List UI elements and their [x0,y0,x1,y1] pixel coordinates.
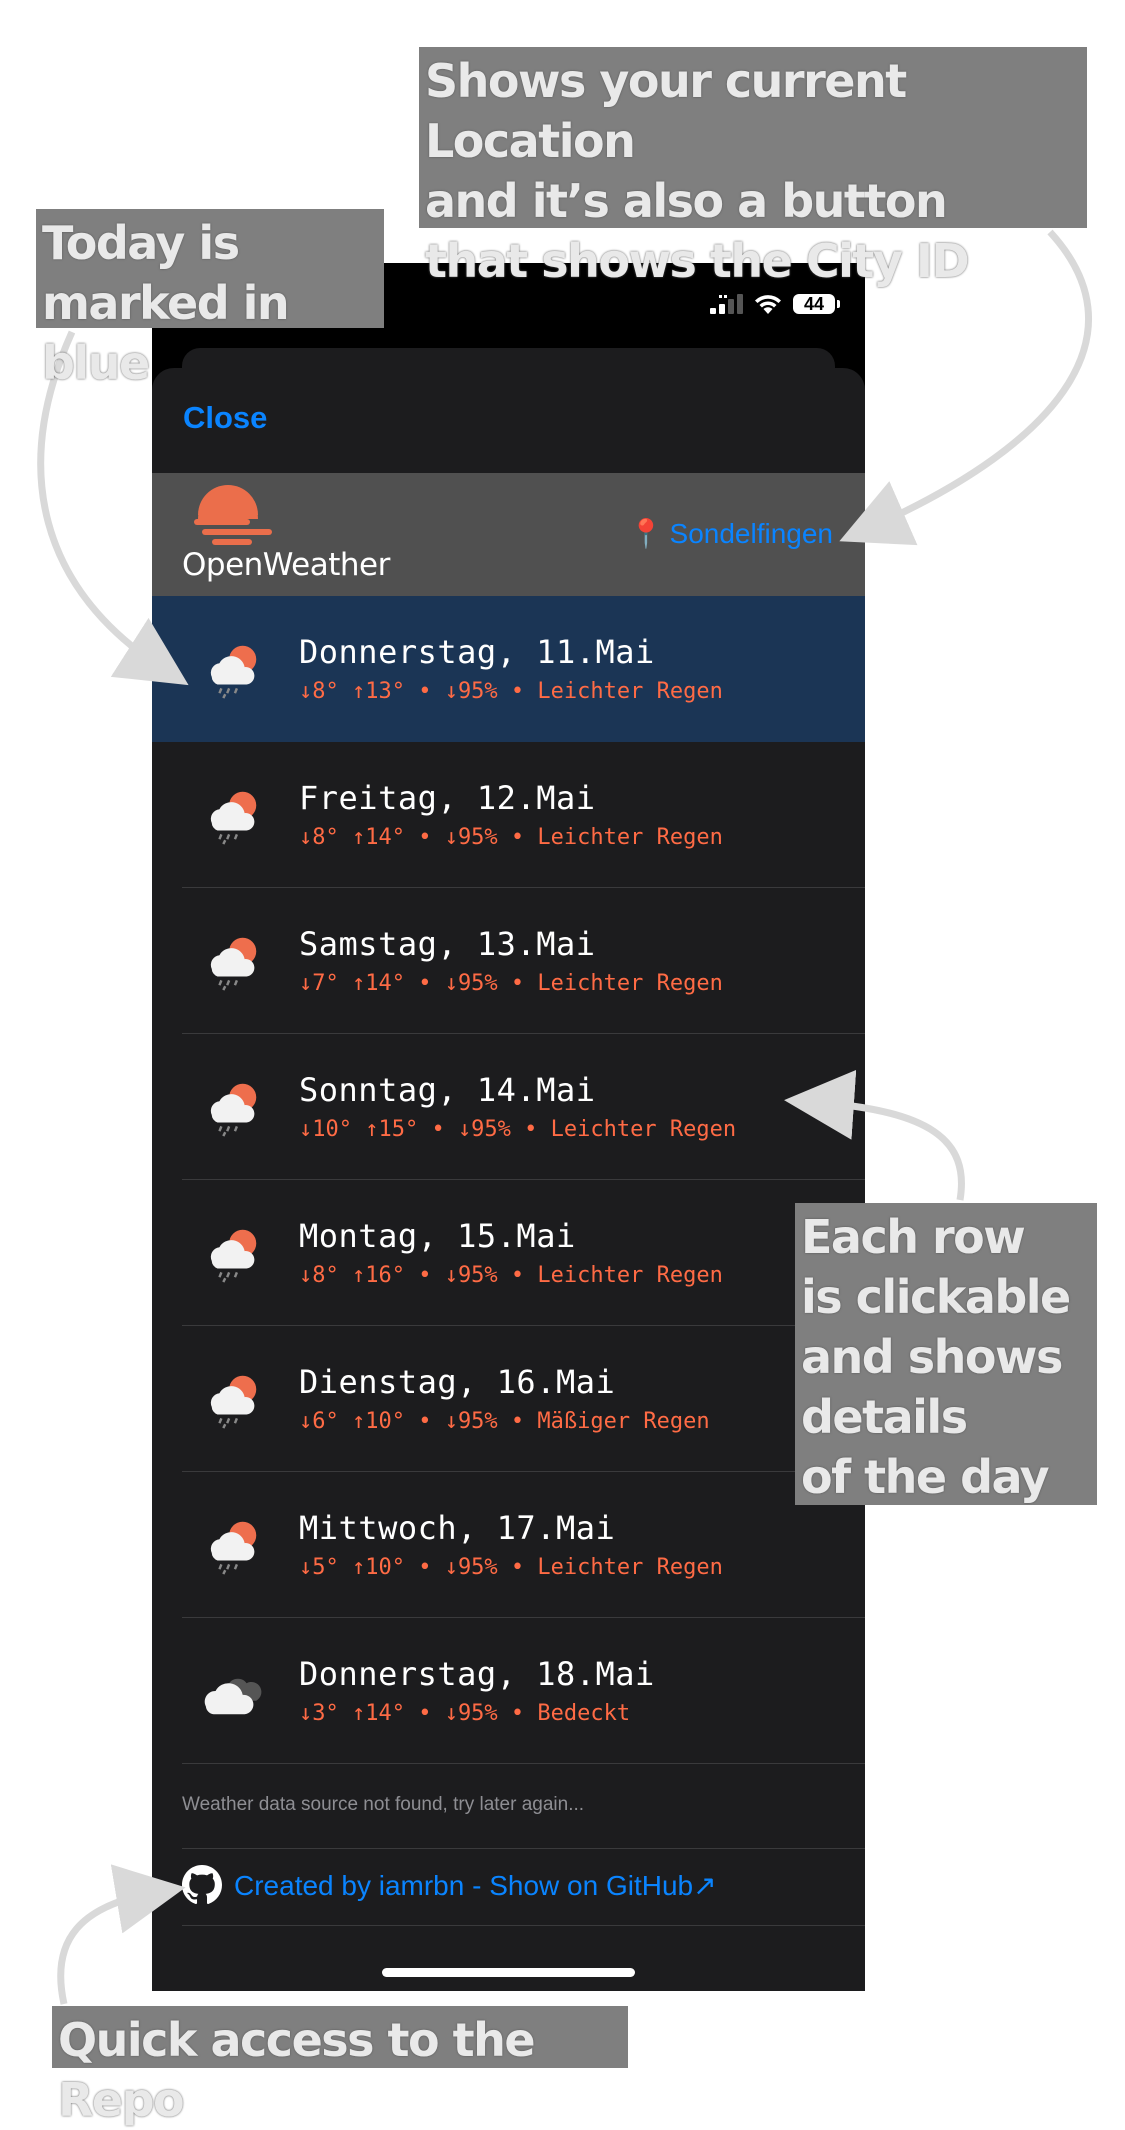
header-bar: OpenWeather 📍 Sondelfingen [152,473,865,596]
forecast-row[interactable]: Dienstag, 16.Mai ↓6° ↑10° • ↓95% • Mäßig… [152,1326,865,1472]
weather-sheet: Close OpenWeather 📍 Sondelfingen Donners… [152,368,865,1991]
forecast-day-details: ↓3° ↑14° • ↓95% • Bedeckt [299,1701,631,1726]
github-icon [182,1865,222,1905]
openweather-wordmark: OpenWeather [182,547,390,583]
cloud-sun-rain-icon [210,1375,257,1429]
forecast-day-details: ↓6° ↑10° • ↓95% • Mäßiger Regen [299,1409,710,1434]
forecast-day-details: ↓8° ↑13° • ↓95% • Leichter Regen [299,679,723,704]
forecast-row[interactable]: Montag, 15.Mai ↓8° ↑16° • ↓95% • Leichte… [152,1180,865,1326]
arrow-to-github [57,1864,186,2005]
battery-indicator: 44 [793,294,840,314]
status-message: Weather data source not found, try later… [182,1794,585,1815]
wifi-icon [755,295,781,314]
cellular-signal-icon [710,294,743,314]
location-label: Sondelfingen [669,517,833,549]
forecast-day-details: ↓10° ↑15° • ↓95% • Leichter Regen [299,1117,737,1142]
forecast-day-title: Donnerstag, 11.Mai [299,633,655,671]
annotation-row: Each row is clickable and shows details … [795,1203,1097,1505]
cloud-sun-rain-icon [210,645,257,699]
forecast-day-title: Samstag, 13.Mai [299,925,596,963]
home-indicator[interactable] [382,1968,635,1977]
forecast-day-title: Donnerstag, 18.Mai [299,1655,655,1693]
forecast-day-details: ↓5° ↑10° • ↓95% • Leichter Regen [299,1555,723,1580]
cloud-sun-rain-icon [210,1083,257,1137]
forecast-day-title: Dienstag, 16.Mai [299,1363,616,1401]
phone-screen: 44 Close OpenWeather 📍 Sondelfingen Donn… [152,263,865,1991]
close-button[interactable]: Close [183,400,267,436]
openweather-sun-icon [190,485,272,555]
forecast-row[interactable]: Freitag, 12.Mai ↓8° ↑14° • ↓95% • Leicht… [152,742,865,888]
forecast-day-title: Freitag, 12.Mai [299,779,596,817]
row-divider [182,1763,865,1764]
github-link[interactable]: Created by iamrbn - Show on GitHub↗ [182,1865,717,1905]
divider [182,1925,865,1926]
forecast-day-details: ↓8° ↑16° • ↓95% • Leichter Regen [299,1263,723,1288]
github-link-label: Created by iamrbn - Show on GitHub↗ [234,1869,717,1901]
annotation-location: Shows your current Location and it’s als… [419,47,1087,288]
overcast-clouds-icon [204,1678,262,1715]
forecast-day-title: Sonntag, 14.Mai [299,1071,596,1109]
forecast-day-title: Montag, 15.Mai [299,1217,576,1255]
cloud-sun-rain-icon [210,791,257,845]
location-button[interactable]: 📍 Sondelfingen [629,517,833,550]
divider [182,1848,865,1849]
annotation-today: Today is marked in blue [36,209,384,390]
cloud-sun-rain-icon [210,1229,257,1283]
openweather-logo: OpenWeather [182,485,422,590]
status-icons: 44 [709,293,840,315]
forecast-list: Donnerstag, 11.Mai ↓8° ↑13° • ↓95% • Lei… [152,596,865,1764]
forecast-day-details: ↓7° ↑14° • ↓95% • Leichter Regen [299,971,723,996]
cloud-sun-rain-icon [210,1521,257,1575]
forecast-row[interactable]: Donnerstag, 18.Mai ↓3° ↑14° • ↓95% • Bed… [152,1618,865,1764]
forecast-day-title: Mittwoch, 17.Mai [299,1509,616,1547]
cloud-sun-rain-icon [210,937,257,991]
forecast-row[interactable]: Mittwoch, 17.Mai ↓5° ↑10° • ↓95% • Leich… [152,1472,865,1618]
location-pin-icon: 📍 [628,518,664,549]
forecast-row[interactable]: Samstag, 13.Mai ↓7° ↑14° • ↓95% • Leicht… [152,888,865,1034]
forecast-day-details: ↓8° ↑14° • ↓95% • Leichter Regen [299,825,723,850]
forecast-row[interactable]: Donnerstag, 11.Mai ↓8° ↑13° • ↓95% • Lei… [152,596,865,742]
forecast-row[interactable]: Sonntag, 14.Mai ↓10° ↑15° • ↓95% • Leich… [152,1034,865,1180]
annotation-repo: Quick access to the Repo [52,2006,628,2127]
